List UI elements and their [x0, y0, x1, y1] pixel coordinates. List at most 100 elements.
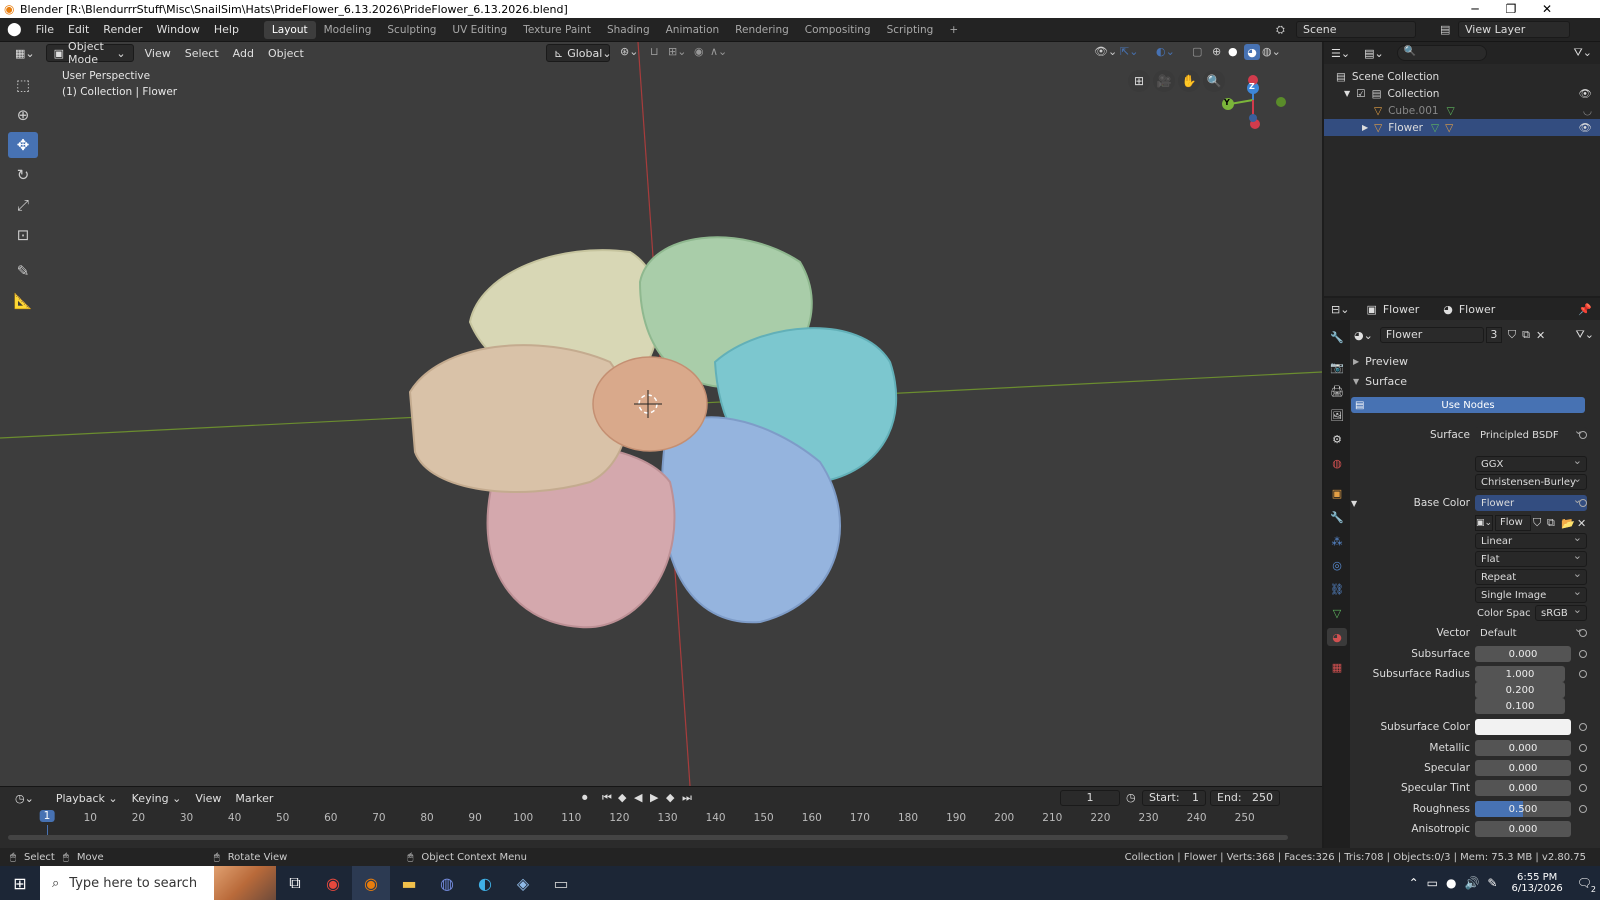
view-layer-tab-icon[interactable]: 🖼 [1327, 406, 1347, 424]
anisotropic-field[interactable]: 0.000 [1475, 821, 1571, 837]
duplicate-icon[interactable]: ⧉ [1522, 328, 1530, 342]
outliner-search-input[interactable]: 🔍 [1396, 45, 1487, 61]
object-tab-icon[interactable]: ▣ [1327, 484, 1347, 502]
maximize-button[interactable]: ❐ [1496, 0, 1526, 18]
pan-hand-icon[interactable]: ✋ [1178, 70, 1200, 92]
surface-shader-dropdown[interactable]: Principled BSDF [1475, 424, 1587, 443]
texture-tab-icon[interactable]: ▦ [1327, 658, 1347, 676]
view-layer-icon[interactable]: ▤ [1440, 23, 1450, 36]
metallic-field[interactable]: 0.000 [1475, 740, 1571, 756]
slot-filter-icon[interactable]: ⛛⌄ [1576, 328, 1594, 342]
record-icon[interactable]: ⏺ [582, 791, 588, 805]
prev-keyframe-icon[interactable]: ◆ [618, 791, 626, 804]
timeline-menu-view[interactable]: View [188, 789, 228, 807]
tab-modeling[interactable]: Modeling [316, 21, 380, 39]
tab-animation[interactable]: Animation [658, 21, 728, 39]
modifier-tab-icon[interactable]: 🔧 [1327, 508, 1347, 526]
user-count-badge[interactable]: 3 [1485, 327, 1502, 343]
move-tool-icon[interactable]: ✥ [8, 132, 38, 158]
physics-tab-icon[interactable]: ◎ [1327, 556, 1347, 574]
distribution-dropdown[interactable]: GGX [1475, 454, 1587, 472]
material-shading-icon[interactable]: ◕ [1244, 44, 1260, 60]
base-color-input[interactable]: Flower [1475, 493, 1587, 511]
end-frame-field[interactable]: End: 250 [1210, 790, 1280, 806]
preview-panel-header[interactable]: ▶ Preview [1351, 352, 1600, 370]
viewport-menu-object[interactable]: Object [261, 44, 311, 62]
material-browse-button[interactable]: ◕⌄ [1351, 326, 1376, 344]
close-button[interactable]: ✕ [1532, 0, 1562, 18]
use-nodes-button[interactable]: ▤ Use Nodes [1351, 397, 1585, 413]
zoom-icon[interactable]: 🔍 [1203, 70, 1225, 92]
mic-icon[interactable]: ● [1446, 876, 1456, 890]
eye-icon[interactable]: 👁 [1579, 87, 1592, 100]
grid-view-icon[interactable]: ⊞ [1128, 70, 1150, 92]
menu-render[interactable]: Render [96, 23, 149, 36]
play-reverse-icon[interactable]: ◀ [634, 791, 642, 804]
paint-icon[interactable]: ◈ [504, 866, 542, 900]
specular-tint-field[interactable]: 0.000 [1475, 780, 1571, 796]
image-name-field[interactable]: Flow [1495, 515, 1531, 531]
network-icon[interactable]: ▭ [1427, 876, 1438, 890]
visibility-icon[interactable]: 👁⌄ [1094, 45, 1117, 58]
menu-help[interactable]: Help [207, 23, 246, 36]
wireframe-shading-icon[interactable]: ⊕ [1212, 45, 1221, 58]
expand-arrow-icon[interactable]: ▶ [1362, 123, 1368, 132]
annotate-tool-icon[interactable]: ✎ [8, 258, 38, 284]
timeline-editor-type-icon[interactable]: ◷⌄ [8, 789, 41, 807]
pivot-icon[interactable]: ⊛⌄ [620, 45, 638, 58]
tab-layout[interactable]: Layout [263, 20, 316, 39]
image-open-icon[interactable]: 📂 [1561, 517, 1575, 530]
scale-tool-icon[interactable]: ⤢ [8, 192, 38, 218]
output-tab-icon[interactable]: 🖨 [1327, 382, 1347, 400]
rotate-tool-icon[interactable]: ↻ [8, 162, 38, 188]
tab-sculpting[interactable]: Sculpting [379, 21, 444, 39]
viewport-menu-add[interactable]: Add [226, 44, 261, 62]
base-color-expand-icon[interactable]: ▼ [1351, 499, 1357, 508]
subsurface-method-dropdown[interactable]: Christensen-Burley [1475, 472, 1587, 490]
image-fake-user-icon[interactable]: ⛉ [1533, 516, 1541, 530]
jump-start-icon[interactable]: ⏮ [602, 791, 612, 805]
app-window-icon[interactable]: ▭ [542, 866, 580, 900]
tab-compositing[interactable]: Compositing [797, 21, 879, 39]
outliner-row-scene-collection[interactable]: ▤ Scene Collection [1324, 68, 1600, 85]
playhead-frame[interactable]: 1 [39, 810, 55, 822]
image-unlink-icon[interactable]: ✕ [1577, 517, 1586, 530]
filter-icon[interactable]: ⛛⌄ [1574, 46, 1592, 60]
vector-input[interactable]: Default [1475, 622, 1587, 641]
chrome-icon[interactable]: ◉ [314, 866, 352, 900]
pen-icon[interactable]: ✎ [1487, 876, 1497, 890]
solid-shading-icon[interactable]: ● [1228, 45, 1238, 58]
editor-type-button[interactable]: ▦⌄ [8, 44, 42, 62]
snap-target-icon[interactable]: ⊞⌄ [668, 45, 686, 58]
timeline-scrollbar[interactable] [8, 835, 1288, 840]
snap-icon[interactable]: ⊔ [650, 45, 659, 58]
scene-selector[interactable]: Scene [1296, 21, 1416, 38]
eye-icon[interactable]: 👁 [1579, 121, 1592, 134]
discord-icon[interactable]: ◍ [428, 866, 466, 900]
extension-dropdown[interactable]: Repeat [1475, 567, 1587, 585]
taskbar-search-box[interactable]: ⌕ Type here to search [40, 866, 276, 900]
menu-edit[interactable]: Edit [61, 23, 96, 36]
timeline-menu-keying[interactable]: Keying ⌄ [125, 789, 189, 807]
specular-field[interactable]: 0.000 [1475, 760, 1571, 776]
timeline-menu-marker[interactable]: Marker [228, 789, 280, 807]
viewport-menu-select[interactable]: Select [178, 44, 226, 62]
outliner-row-cube[interactable]: ▽ Cube.001 ▽ ◡ [1324, 102, 1600, 119]
proportional-edit-icon[interactable]: ◉ [694, 45, 704, 58]
jump-end-icon[interactable]: ⏭ [682, 791, 692, 805]
fake-user-icon[interactable]: ⛉ [1508, 328, 1516, 342]
transform-orientation-dropdown[interactable]: ⊾ Global ⌄ [546, 44, 612, 62]
volume-icon[interactable]: 🔊 [1464, 876, 1479, 890]
particles-tab-icon[interactable]: ⁂ [1327, 532, 1347, 550]
tool-tab-icon[interactable]: 🔧 [1327, 328, 1347, 346]
windows-start-icon[interactable]: ⊞ [0, 866, 40, 900]
material-tab-icon[interactable]: ◕ [1327, 628, 1347, 646]
data-tab-icon[interactable]: ▽ [1327, 604, 1347, 622]
clock[interactable]: 6:55 PM 6/13/2026 [1511, 872, 1562, 894]
constraints-tab-icon[interactable]: ⛓ [1327, 580, 1347, 598]
pin-icon[interactable]: 📌 [1578, 303, 1592, 316]
subsurface-field[interactable]: 0.000 [1475, 646, 1571, 662]
subsurface-radius-z-field[interactable]: 0.100 [1475, 698, 1565, 714]
frame-ruler[interactable]: 1 10 20 30 40 50 60 70 80 90 100 110 120 130 140 150 160… [0, 809, 1322, 835]
collection-checkbox[interactable]: ☑ [1356, 88, 1365, 100]
